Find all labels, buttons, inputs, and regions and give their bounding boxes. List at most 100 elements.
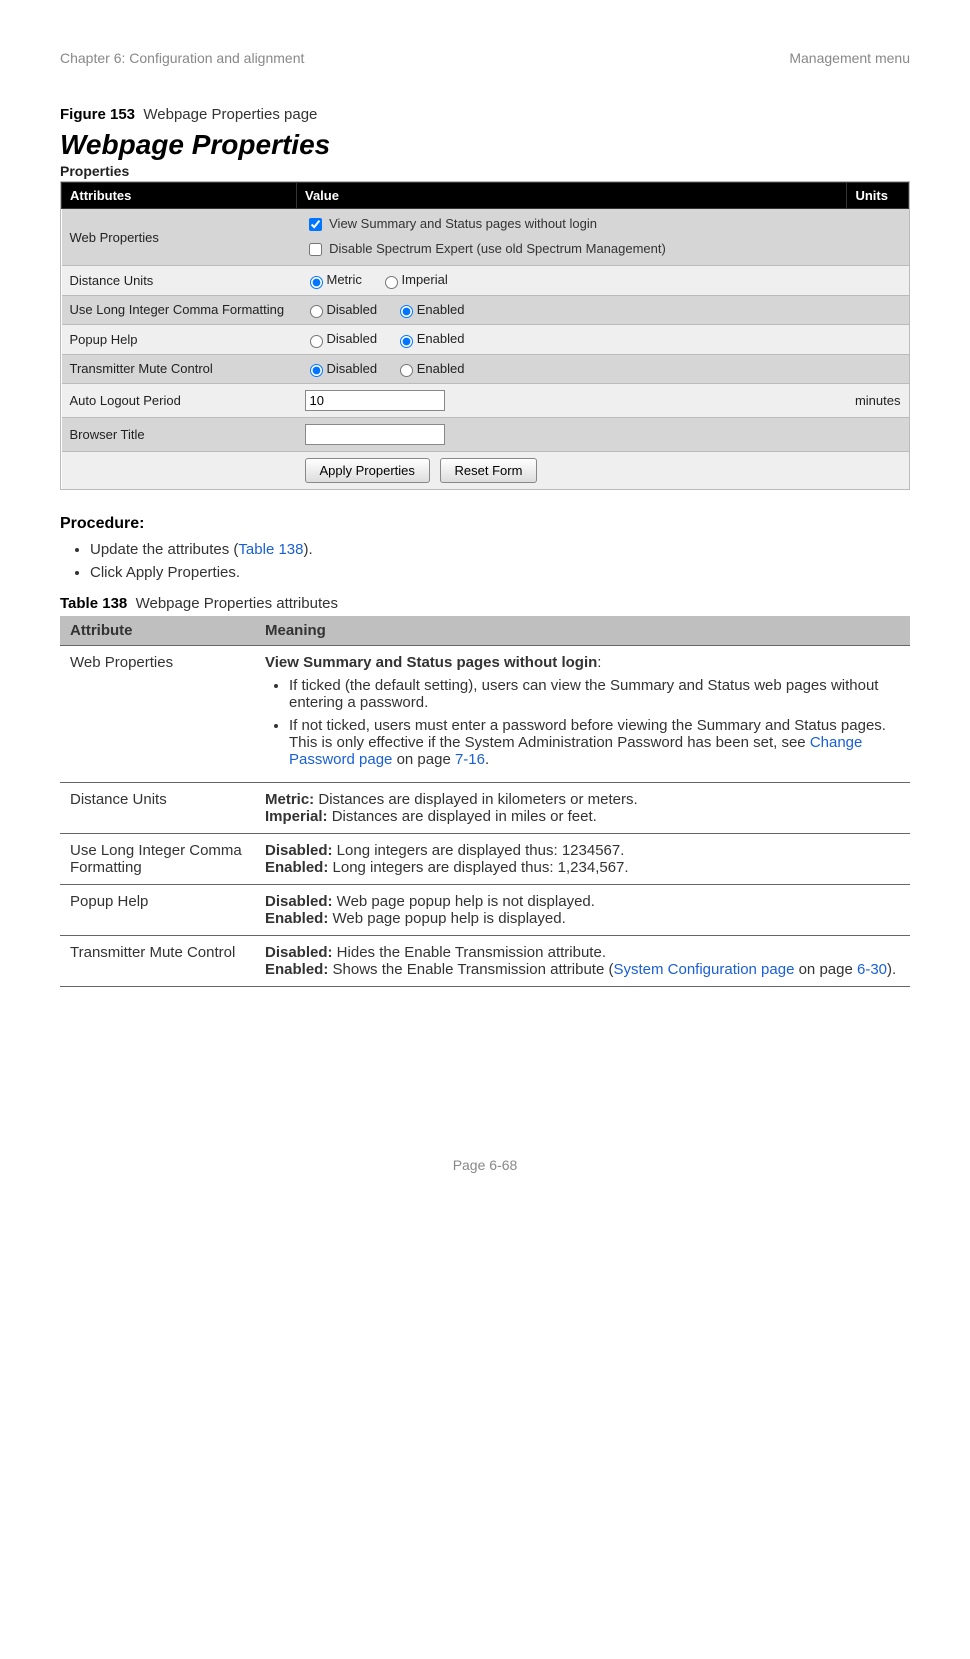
long-disabled-b: Disabled:	[265, 842, 333, 859]
wp-b2-a: If not ticked, users must enter a passwo…	[289, 717, 886, 751]
row-popup-value: Disabled Enabled	[297, 325, 847, 355]
imperial-label: Imperial	[402, 272, 448, 287]
view-summary-label: View Summary and Status pages without lo…	[329, 216, 597, 231]
popup-enabled-t: Web page popup help is displayed.	[328, 910, 565, 927]
table-row: Popup Help Disabled: Web page popup help…	[60, 885, 910, 936]
txmute-enabled-a: Shows the Enable Transmission attribute …	[328, 961, 613, 978]
view-summary-checkbox[interactable]	[309, 218, 322, 231]
row-longint-units	[847, 295, 909, 325]
row-browsertitle-label: Browser Title	[62, 418, 297, 452]
page-7-16-link[interactable]: 7-16	[455, 751, 485, 768]
txmute-enabled-radio[interactable]	[400, 364, 413, 377]
col-attributes: Attributes	[62, 183, 297, 209]
wp-bullet-2: If not ticked, users must enter a passwo…	[289, 717, 900, 768]
popup-disabled-t: Web page popup help is not displayed.	[333, 893, 595, 910]
table-title: Webpage Properties attributes	[136, 595, 338, 612]
imperial-radio[interactable]	[385, 276, 398, 289]
chapter-header: Chapter 6: Configuration and alignment	[60, 50, 304, 66]
txmute-enabled-label: Enabled	[417, 361, 465, 376]
section-header: Management menu	[789, 50, 910, 66]
procedure-heading: Procedure:	[60, 515, 910, 533]
dist-metric-t: Distances are displayed in kilometers or…	[314, 791, 637, 808]
row-web-properties-label: Web Properties	[62, 209, 297, 266]
txmute-disabled-t: Hides the Enable Transmission attribute.	[333, 944, 606, 961]
proc-1-text-a: Update the attributes (	[90, 541, 238, 558]
long-enabled-t: Long integers are displayed thus: 1,234,…	[328, 859, 628, 876]
popup-enabled-radio[interactable]	[400, 335, 413, 348]
long-disabled-t: Long integers are displayed thus: 123456…	[333, 842, 625, 859]
row-popup-units	[847, 325, 909, 355]
table-caption: Table 138 Webpage Properties attributes	[60, 595, 910, 612]
table-row: Distance Units Metric: Distances are dis…	[60, 783, 910, 834]
meaning-tx-mute: Disabled: Hides the Enable Transmission …	[255, 936, 910, 987]
auto-logout-input[interactable]	[305, 390, 445, 411]
row-autologout-units: minutes	[847, 384, 909, 418]
row-browsertitle-units	[847, 418, 909, 452]
popup-enabled-b: Enabled:	[265, 910, 328, 927]
figure-caption: Figure 153 Webpage Properties page	[60, 106, 910, 123]
txmute-enabled-c: ).	[887, 961, 896, 978]
row-distance-units	[847, 266, 909, 296]
attr-long-int: Use Long Integer Comma Formatting	[60, 834, 255, 885]
meaning-distance-units: Metric: Distances are displayed in kilom…	[255, 783, 910, 834]
attr-distance-units: Distance Units	[60, 783, 255, 834]
proc-1-text-b: ).	[303, 541, 312, 558]
popup-enabled-label: Enabled	[417, 331, 465, 346]
longint-enabled-label: Enabled	[417, 302, 465, 317]
table-row: Use Long Integer Comma Formatting Disabl…	[60, 834, 910, 885]
meaning-long-int: Disabled: Long integers are displayed th…	[255, 834, 910, 885]
txmute-enabled-b: Enabled:	[265, 961, 328, 978]
popup-disabled-label: Disabled	[327, 331, 378, 346]
row-autologout-value	[297, 384, 847, 418]
long-enabled-b: Enabled:	[265, 859, 328, 876]
table-138-link[interactable]: Table 138	[238, 541, 303, 558]
reset-form-button[interactable]: Reset Form	[440, 458, 538, 483]
dist-metric-b: Metric:	[265, 791, 314, 808]
th-meaning: Meaning	[255, 616, 910, 646]
table-row: Transmitter Mute Control Disabled: Hides…	[60, 936, 910, 987]
row-txmute-label: Transmitter Mute Control	[62, 354, 297, 384]
disable-spectrum-checkbox[interactable]	[309, 243, 322, 256]
row-web-properties-value: View Summary and Status pages without lo…	[297, 209, 847, 266]
longint-disabled-radio[interactable]	[310, 305, 323, 318]
figure-label: Figure 153	[60, 106, 135, 123]
attr-web-properties: Web Properties	[60, 646, 255, 783]
txmute-disabled-label: Disabled	[327, 361, 378, 376]
disable-spectrum-label: Disable Spectrum Expert (use old Spectru…	[329, 241, 666, 256]
th-attribute: Attribute	[60, 616, 255, 646]
figure-title: Webpage Properties page	[143, 106, 317, 123]
apply-properties-button[interactable]: Apply Properties	[305, 458, 430, 483]
system-config-link[interactable]: System Configuration page	[613, 961, 794, 978]
col-units: Units	[847, 183, 909, 209]
wp-b2-b: on page	[392, 751, 455, 768]
table-row: Web Properties View Summary and Status p…	[60, 646, 910, 783]
procedure-step-1: Update the attributes (Table 138).	[90, 541, 910, 558]
procedure-step-2: Click Apply Properties.	[90, 564, 910, 581]
wp-lead-colon: :	[597, 654, 601, 671]
row-web-properties-units	[847, 209, 909, 266]
browser-title-input[interactable]	[305, 424, 445, 445]
row-txmute-units	[847, 354, 909, 384]
row-longint-label: Use Long Integer Comma Formatting	[62, 295, 297, 325]
metric-radio[interactable]	[310, 276, 323, 289]
popup-disabled-b: Disabled:	[265, 893, 333, 910]
wp-title: Webpage Properties	[60, 129, 910, 161]
txmute-disabled-radio[interactable]	[310, 364, 323, 377]
row-distance-label: Distance Units	[62, 266, 297, 296]
row-popup-label: Popup Help	[62, 325, 297, 355]
button-row: Apply Properties Reset Form	[62, 452, 909, 490]
page-footer: Page 6-68	[60, 1157, 910, 1173]
wp-subtitle: Properties	[60, 163, 910, 179]
col-value: Value	[297, 183, 847, 209]
row-txmute-value: Disabled Enabled	[297, 354, 847, 384]
meaning-popup-help: Disabled: Web page popup help is not dis…	[255, 885, 910, 936]
popup-disabled-radio[interactable]	[310, 335, 323, 348]
page-6-30-link[interactable]: 6-30	[857, 961, 887, 978]
wp-lead-bold: View Summary and Status pages without lo…	[265, 654, 597, 671]
row-autologout-label: Auto Logout Period	[62, 384, 297, 418]
attributes-table: Attribute Meaning Web Properties View Su…	[60, 616, 910, 987]
txmute-disabled-b: Disabled:	[265, 944, 333, 961]
dist-imperial-t: Distances are displayed in miles or feet…	[328, 808, 597, 825]
longint-enabled-radio[interactable]	[400, 305, 413, 318]
attr-popup-help: Popup Help	[60, 885, 255, 936]
